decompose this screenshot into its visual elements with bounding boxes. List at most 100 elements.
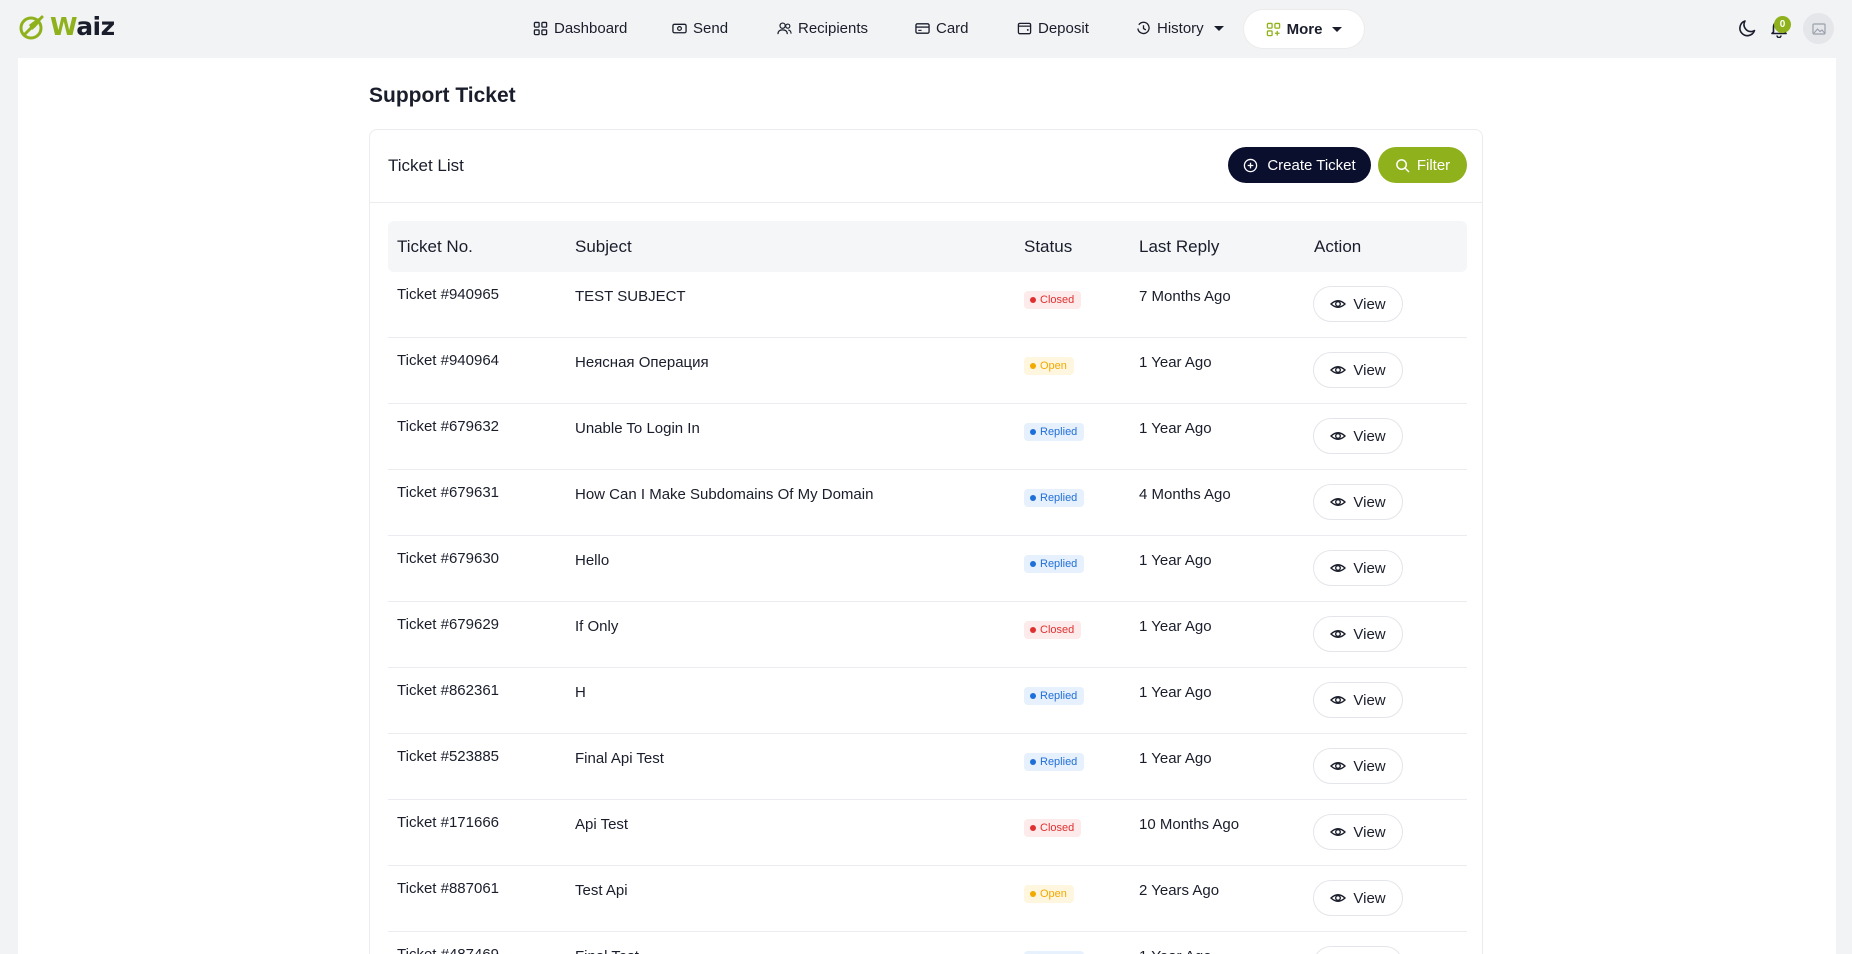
eye-icon <box>1330 828 1347 836</box>
leaf-logo-icon <box>19 15 44 39</box>
view-ticket-button[interactable]: View <box>1313 550 1403 586</box>
status-badge: Replied <box>1024 423 1085 441</box>
eye-icon <box>1330 366 1347 374</box>
view-ticket-button[interactable]: View <box>1313 418 1403 454</box>
nav-dashboard[interactable]: Dashboard <box>533 16 627 40</box>
notification-count-badge: 0 <box>1774 16 1791 33</box>
ticket-number: Ticket #679632 <box>397 418 500 435</box>
ticket-number: Ticket #679630 <box>397 550 500 567</box>
last-reply: 2 Years Ago <box>1139 882 1220 899</box>
ticket-number: Ticket #487469 <box>397 946 499 954</box>
status-label: Closed <box>1040 822 1075 834</box>
view-label: View <box>1353 823 1386 841</box>
status-badge: Open <box>1024 357 1074 375</box>
view-label: View <box>1353 559 1386 577</box>
view-label: View <box>1353 427 1386 445</box>
nav-history-label: History <box>1157 19 1204 37</box>
column-action: Action <box>1314 237 1362 256</box>
table-row: Ticket #940965 TEST SUBJECT Closed 7 Months… <box>388 272 1467 338</box>
last-reply: 7 Months Ago <box>1139 288 1231 305</box>
status-dot-icon <box>1030 363 1036 369</box>
last-reply: 1 Year Ago <box>1139 618 1212 635</box>
ticket-subject: If Only <box>575 618 619 635</box>
status-dot-icon <box>1030 495 1036 501</box>
card-header: Ticket List Create Ticket Filter <box>370 130 1482 203</box>
brand-logo[interactable]: Waiz <box>18 12 115 41</box>
status-dot-icon <box>1030 759 1036 765</box>
view-ticket-button[interactable]: View <box>1313 484 1403 520</box>
status-label: Closed <box>1040 624 1075 636</box>
nav-recipients-label: Recipients <box>798 19 869 37</box>
nav-more[interactable]: More <box>1244 10 1364 48</box>
status-label: Open <box>1040 360 1067 372</box>
view-ticket-button[interactable]: View <box>1313 616 1403 652</box>
view-ticket-button[interactable]: View <box>1313 748 1403 784</box>
eye-icon <box>1330 300 1347 308</box>
ticket-number: Ticket #523885 <box>397 748 500 765</box>
moon-icon <box>1739 20 1756 37</box>
avatar[interactable] <box>1803 13 1834 44</box>
last-reply: 1 Year Ago <box>1139 354 1212 371</box>
nav-deposit[interactable]: Deposit <box>1017 16 1089 40</box>
create-ticket-label: Create Ticket <box>1267 156 1356 174</box>
table-row: Ticket #679631 How Can I Make Subdomains … <box>388 470 1467 536</box>
status-label: Open <box>1040 888 1067 900</box>
view-label: View <box>1353 625 1386 643</box>
view-ticket-button[interactable]: View <box>1313 946 1403 954</box>
view-label: View <box>1353 361 1386 379</box>
grid-icon <box>533 21 548 35</box>
nav-card[interactable]: Card <box>915 16 969 40</box>
eye-icon <box>1330 564 1347 572</box>
last-reply: 1 Year Ago <box>1139 750 1212 767</box>
view-ticket-button[interactable]: View <box>1313 814 1403 850</box>
ticket-list-card: Ticket List Create Ticket Filter Ticket … <box>369 129 1483 954</box>
nav-recipients[interactable]: Recipients <box>777 16 868 40</box>
status-badge: Replied <box>1024 753 1085 771</box>
view-ticket-button[interactable]: View <box>1313 880 1403 916</box>
nav-card-label: Card <box>936 19 969 37</box>
credit-card-icon <box>915 22 930 34</box>
ticket-number: Ticket #862361 <box>397 682 500 699</box>
filter-button[interactable]: Filter <box>1378 147 1467 183</box>
ticket-number: Ticket #940965 <box>397 286 500 303</box>
status-dot-icon <box>1030 429 1036 435</box>
brand-name: Waiz <box>50 12 115 41</box>
table-row: Ticket #679630 Hello Replied 1 Year Ago View <box>388 536 1467 602</box>
status-badge: Replied <box>1024 555 1085 573</box>
ticket-subject: Неясная Операция <box>575 354 709 371</box>
status-label: Replied <box>1040 426 1078 438</box>
view-ticket-button[interactable]: View <box>1313 352 1403 388</box>
status-dot-icon <box>1030 825 1036 831</box>
nav-send[interactable]: Send <box>672 16 728 40</box>
ticket-subject: TEST SUBJECT <box>575 288 686 305</box>
nav-more-label: More <box>1286 20 1323 38</box>
status-badge: Closed <box>1024 621 1082 639</box>
view-ticket-button[interactable]: View <box>1313 682 1403 718</box>
status-badge: Closed <box>1024 291 1082 309</box>
eye-icon <box>1330 432 1347 440</box>
view-label: View <box>1353 757 1386 775</box>
status-label: Replied <box>1040 492 1078 504</box>
nav-history[interactable]: History <box>1136 16 1224 40</box>
status-label: Replied <box>1040 690 1078 702</box>
filter-label: Filter <box>1416 156 1451 174</box>
create-ticket-button[interactable]: Create Ticket <box>1228 147 1371 183</box>
table-row: Ticket #862361 H Replied 1 Year Ago View <box>388 668 1467 734</box>
theme-toggle-button[interactable] <box>1736 16 1760 40</box>
column-status: Status <box>1024 237 1073 256</box>
nav-dashboard-label: Dashboard <box>554 19 628 37</box>
view-ticket-button[interactable]: View <box>1313 286 1403 322</box>
table-row: Ticket #940964 Неясная Операция Open 1 Year… <box>388 338 1467 404</box>
card-title: Ticket List <box>388 156 464 175</box>
table-row: Ticket #679629 If Only Closed 1 Year Ago Vie… <box>388 602 1467 668</box>
column-ticket-no: Ticket No. <box>397 237 473 256</box>
status-badge: Replied <box>1024 489 1085 507</box>
ticket-subject: Final Test <box>575 948 639 954</box>
column-subject: Subject <box>575 237 632 256</box>
last-reply: 1 Year Ago <box>1139 552 1212 569</box>
status-label: Replied <box>1040 558 1078 570</box>
search-icon <box>1395 158 1410 172</box>
users-icon <box>777 21 792 34</box>
chevron-down-icon <box>1332 26 1343 32</box>
status-badge: Replied <box>1024 687 1085 705</box>
